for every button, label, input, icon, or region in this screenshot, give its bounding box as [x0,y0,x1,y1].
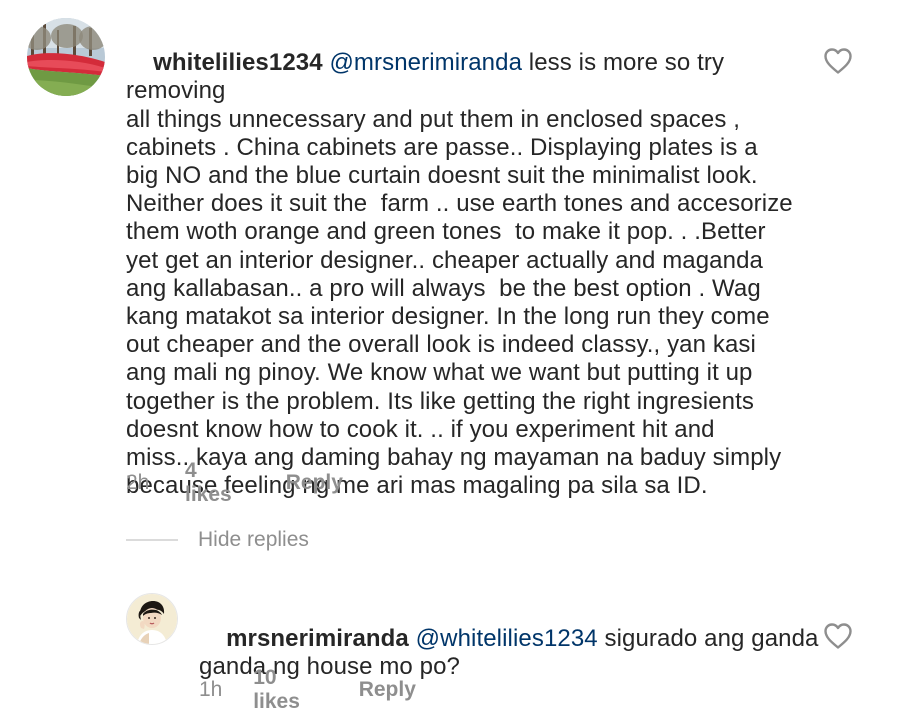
avatar-portrait-image [127,594,177,644]
avatar[interactable] [27,18,105,96]
comment-username[interactable]: mrsnerimiranda [226,625,409,652]
divider-line [126,539,178,541]
likes-count[interactable]: 10 likes [253,666,314,714]
comment-line: cabinets . China cabinets are passe.. Di… [126,133,758,161]
comment-line: big NO and the blue curtain doesnt suit … [126,162,758,190]
comment-mention[interactable]: @mrsnerimiranda [329,49,522,76]
comment-meta: 2h 4 likes Reply [126,459,343,507]
comment-line: out cheaper and the overall look is inde… [126,331,756,359]
comment-line: sigurado ang ganda [597,625,819,653]
hide-replies-label: Hide replies [198,528,309,551]
comment-line: Neither does it suit the farm .. use ear… [126,190,793,218]
comment-line: doesnt know how to cook it. .. if you ex… [126,415,715,443]
reply-button[interactable]: Reply [286,471,343,495]
likes-count[interactable]: 4 likes [185,459,241,507]
heart-outline-icon[interactable] [823,47,853,75]
comment-line: ang mali ng pinoy. We know what we want … [126,359,753,387]
heart-outline-icon[interactable] [823,622,853,650]
comment-line: yet get an interior designer.. cheaper a… [126,246,763,274]
comment-line: together is the problem. Its like gettin… [126,387,754,415]
comment-text: whitelilies1234 @mrsnerimiranda less is … [126,21,826,529]
comment-line: kang matakot sa interior designer. In th… [126,303,770,331]
comment-time: 1h [199,678,223,701]
comment-username[interactable]: whitelilies1234 [153,49,323,76]
hide-replies-button[interactable]: Hide replies [126,528,309,552]
comment-mention[interactable]: @whitelilies1234 [416,625,598,652]
reply-button[interactable]: Reply [359,678,416,702]
comment-meta: 1h 10 likes Reply [199,666,416,714]
comment-line: ang kallabasan.. a pro will always be th… [126,274,761,302]
comment-time: 2h [126,471,150,494]
comment-line: them woth orange and green tones to make… [126,218,766,246]
comment-line: all things unnecessary and put them in e… [126,105,740,133]
avatar[interactable] [126,593,178,645]
avatar-tulip-field-image [27,18,105,96]
